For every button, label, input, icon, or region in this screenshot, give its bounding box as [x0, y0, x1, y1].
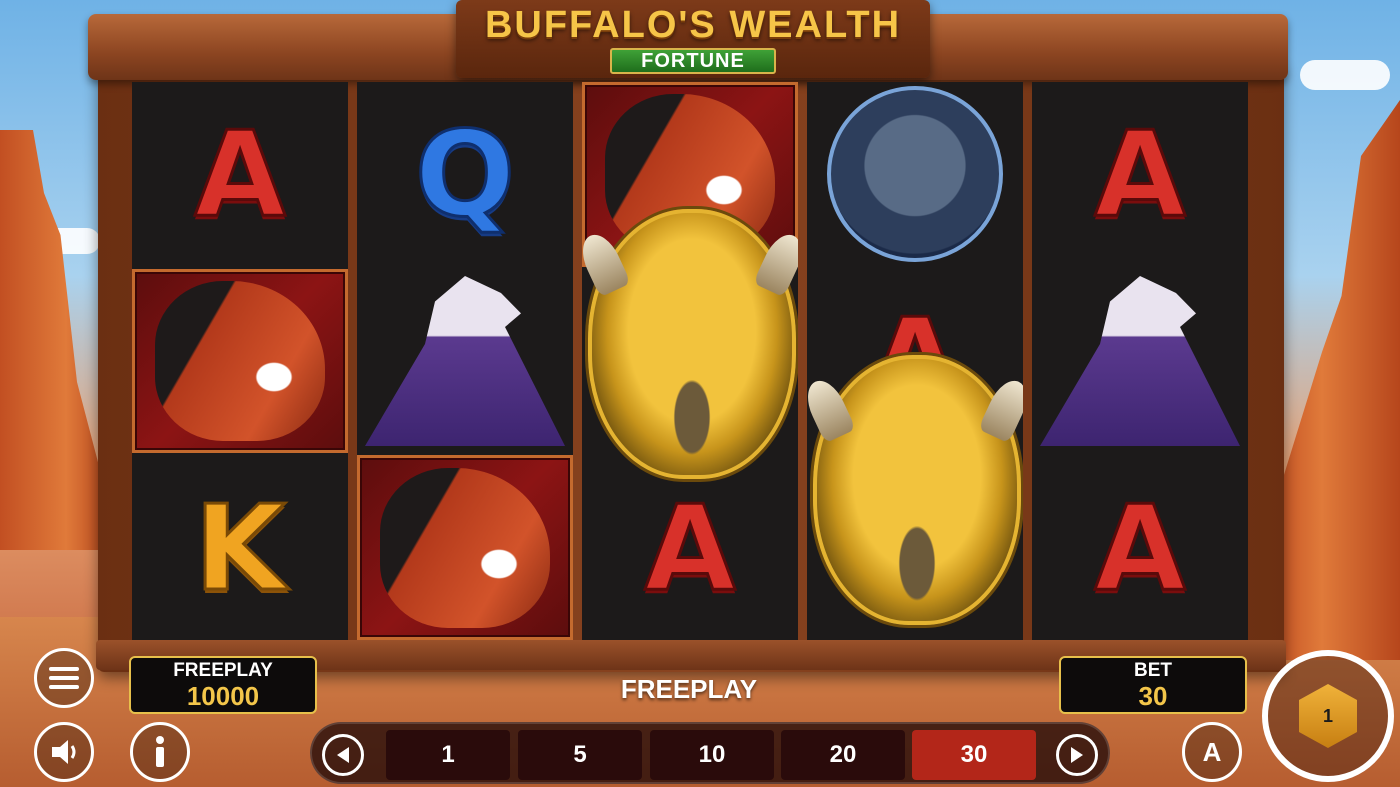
sound-button[interactable] [34, 722, 94, 782]
spin-button[interactable]: 1 [1262, 650, 1394, 782]
reel-column: A [807, 82, 1023, 640]
background-cloud [1300, 60, 1390, 90]
game-logo: BUFFALO'S WEALTH FORTUNE [456, 0, 930, 78]
spin-badge: 1 [1322, 705, 1333, 726]
reel-cell [582, 208, 798, 479]
reel-cell: Q [357, 82, 573, 267]
reel-cell [807, 355, 1023, 640]
reel-cell: A [1032, 455, 1248, 640]
game-subtitle: FORTUNE [610, 48, 776, 74]
bet-option[interactable]: 1 [386, 730, 510, 780]
balance-value: 10000 [186, 681, 260, 711]
symbol-q: Q [413, 105, 516, 244]
symbol-buffalo [588, 208, 796, 479]
background-mesa-left [0, 130, 110, 550]
reel-cell [807, 82, 1023, 267]
symbol-k: K [193, 478, 287, 617]
reel-cell [1032, 269, 1248, 454]
info-icon [156, 736, 164, 767]
symbol-buffalo [813, 355, 1021, 626]
symbol-eagle [1040, 275, 1240, 446]
symbol-horse [380, 467, 550, 628]
symbol-a: A [1093, 478, 1187, 617]
bet-option-selected[interactable]: 30 [912, 730, 1036, 780]
balance-label: FREEPLAY [173, 660, 273, 681]
bet-option[interactable]: 10 [650, 730, 774, 780]
bet-value: 30 [1138, 681, 1168, 711]
reel-cell: A [132, 82, 348, 267]
reel-column: AA [1032, 82, 1248, 640]
autoplay-button[interactable]: A [1182, 722, 1242, 782]
reel-grid: AKQAAAA [132, 82, 1248, 640]
reel-cell [357, 269, 573, 454]
reel-cell: K [132, 455, 348, 640]
symbol-horse [155, 280, 325, 441]
menu-icon [49, 667, 79, 689]
info-button[interactable] [130, 722, 190, 782]
background-mesa-right [1270, 100, 1400, 660]
reel-column: AK [132, 82, 348, 640]
symbol-panther [827, 86, 1003, 263]
game-title: BUFFALO'S WEALTH [484, 4, 902, 46]
bet-option[interactable]: 20 [781, 730, 905, 780]
bet-selector: 1 5 10 20 30 [310, 722, 1110, 784]
symbol-eagle [365, 275, 565, 446]
spin-icon: 1 [1299, 684, 1357, 748]
arrow-left-icon [337, 747, 349, 763]
bet-option[interactable]: 5 [518, 730, 642, 780]
autoplay-icon: A [1202, 736, 1222, 767]
arrow-right-icon [1071, 747, 1083, 763]
balance-panel: FREEPLAY 10000 [129, 656, 317, 714]
sound-icon [52, 740, 76, 764]
symbol-a: A [193, 105, 287, 244]
menu-button[interactable] [34, 648, 94, 708]
reel-cell [132, 268, 348, 454]
reel-column: A [582, 82, 798, 640]
status-message: FREEPLAY [620, 674, 758, 704]
reel-cell: A [582, 455, 798, 640]
bet-increase-button[interactable] [1056, 734, 1098, 776]
bet-panel: BET 30 [1059, 656, 1247, 714]
bet-label: BET [1134, 660, 1172, 681]
reel-column: Q [357, 82, 573, 640]
symbol-a: A [643, 478, 737, 617]
reel-cell: A [1032, 82, 1248, 267]
bet-decrease-button[interactable] [322, 734, 364, 776]
symbol-a: A [1093, 105, 1187, 244]
reel-cell [357, 455, 573, 640]
